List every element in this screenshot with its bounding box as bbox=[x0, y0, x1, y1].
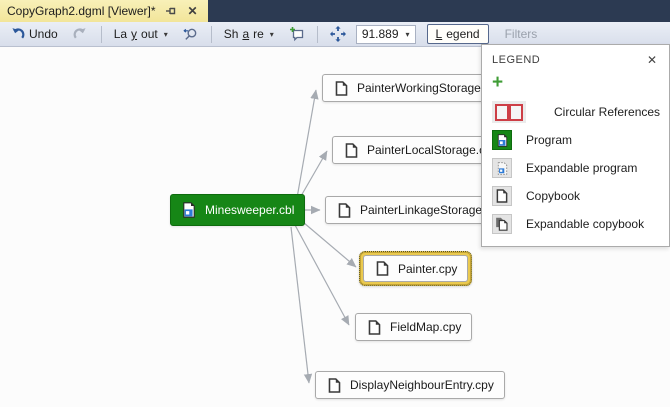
legend-toggle-button[interactable]: Legend bbox=[427, 24, 489, 44]
relayout-button[interactable] bbox=[178, 23, 204, 45]
graph-node-fieldmap[interactable]: FieldMap.cpy bbox=[355, 313, 472, 341]
program-icon bbox=[181, 202, 197, 218]
undo-icon bbox=[9, 26, 25, 42]
share-label-rest: re bbox=[253, 27, 264, 41]
edge-minesweeper-workingstorage bbox=[297, 90, 316, 198]
share-accesskey: a bbox=[242, 27, 249, 41]
document-tab[interactable]: CopyGraph2.dgml [Viewer]* ✕ bbox=[0, 0, 208, 22]
legend-row-copybook[interactable]: Copybook bbox=[492, 182, 659, 210]
toolbar-separator bbox=[317, 26, 318, 43]
pin-icon[interactable] bbox=[164, 4, 178, 18]
undo-button[interactable]: Undo bbox=[4, 23, 63, 45]
zoom-level-value: 91.889 bbox=[362, 27, 399, 41]
edge-minesweeper-displayneighbour bbox=[291, 227, 309, 383]
node-label: Painter.cpy bbox=[398, 262, 457, 276]
legend-row-expandable-copybook[interactable]: Expandable copybook bbox=[492, 210, 659, 238]
legend-label-rest: egend bbox=[446, 27, 479, 41]
legend-row-circular-references[interactable]: Circular References bbox=[492, 98, 659, 126]
undo-label: Undo bbox=[29, 27, 58, 41]
copybook-icon bbox=[333, 80, 349, 96]
redo-icon bbox=[73, 26, 89, 42]
graph-node-painter[interactable]: Painter.cpy bbox=[363, 255, 468, 282]
close-tab-icon[interactable]: ✕ bbox=[186, 4, 200, 18]
legend-item-label: Copybook bbox=[526, 189, 580, 203]
legend-item-list: Circular References Program Expandable p… bbox=[482, 94, 669, 238]
comment-plus-icon bbox=[289, 26, 305, 42]
legend-row-program[interactable]: Program bbox=[492, 126, 659, 154]
zoom-level-combobox[interactable]: 91.889 ▾ bbox=[356, 25, 416, 44]
expandable-program-icon bbox=[492, 158, 512, 178]
node-label: DisplayNeighbourEntry.cpy bbox=[350, 378, 494, 392]
toolbar-separator bbox=[101, 26, 102, 43]
new-comment-button[interactable] bbox=[284, 23, 310, 45]
copybook-icon bbox=[343, 142, 359, 158]
legend-panel: LEGEND ✕ + Circular References Program bbox=[481, 44, 670, 247]
legend-item-label: Expandable program bbox=[526, 161, 637, 175]
legend-accesskey: L bbox=[436, 27, 443, 41]
legend-item-label: Circular References bbox=[554, 105, 660, 119]
zoom-to-fit-button[interactable] bbox=[325, 23, 351, 45]
graph-node-display-neighbour-entry[interactable]: DisplayNeighbourEntry.cpy bbox=[315, 371, 505, 399]
redo-button[interactable] bbox=[68, 23, 94, 45]
layout-label-rest: out bbox=[141, 27, 158, 41]
edge-minesweeper-fieldmap bbox=[295, 225, 349, 325]
layout-dropdown-button[interactable]: Layout ▾ bbox=[109, 24, 173, 44]
add-legend-item-button[interactable]: + bbox=[482, 69, 513, 94]
chevron-down-icon: ▾ bbox=[270, 30, 274, 39]
edge-minesweeper-painter bbox=[297, 217, 356, 267]
node-label: FieldMap.cpy bbox=[390, 320, 461, 334]
legend-title: LEGEND bbox=[492, 54, 540, 66]
legend-header: LEGEND ✕ bbox=[482, 45, 669, 69]
circular-references-icon bbox=[492, 101, 526, 123]
layout-accesskey: y bbox=[131, 27, 137, 41]
graph-node-minesweeper[interactable]: Minesweeper.cbl bbox=[170, 194, 305, 226]
legend-item-label: Program bbox=[526, 133, 572, 147]
copybook-icon bbox=[326, 377, 342, 393]
toolbar-separator bbox=[211, 26, 212, 43]
document-tab-strip: CopyGraph2.dgml [Viewer]* ✕ bbox=[0, 0, 670, 22]
dgml-viewer-window: CopyGraph2.dgml [Viewer]* ✕ Undo Layout … bbox=[0, 0, 670, 407]
layout-label: La bbox=[114, 27, 127, 41]
close-legend-icon[interactable]: ✕ bbox=[645, 53, 659, 67]
selection-highlight: Painter.cpy bbox=[359, 251, 472, 286]
copybook-icon bbox=[336, 202, 352, 218]
document-tab-title: CopyGraph2.dgml [Viewer]* bbox=[7, 4, 156, 18]
program-icon bbox=[492, 130, 512, 150]
legend-row-expandable-program[interactable]: Expandable program bbox=[492, 154, 659, 182]
share-dropdown-button[interactable]: Share ▾ bbox=[219, 24, 279, 44]
relayout-magnifier-icon bbox=[183, 26, 199, 42]
node-label: Minesweeper.cbl bbox=[205, 203, 294, 217]
legend-item-label: Expandable copybook bbox=[526, 217, 644, 231]
chevron-down-icon: ▾ bbox=[406, 30, 410, 39]
copybook-icon bbox=[366, 319, 382, 335]
chevron-down-icon: ▾ bbox=[164, 30, 168, 39]
filters-button[interactable]: Filters bbox=[500, 24, 543, 44]
node-label: PainterLocalStorage.cpy bbox=[367, 143, 498, 157]
expandable-copybook-icon bbox=[492, 214, 512, 234]
filters-label: Filters bbox=[505, 27, 538, 41]
copybook-icon bbox=[492, 186, 512, 206]
copybook-icon bbox=[374, 261, 390, 277]
share-label: Sh bbox=[224, 27, 239, 41]
zoom-to-fit-icon bbox=[330, 26, 346, 42]
